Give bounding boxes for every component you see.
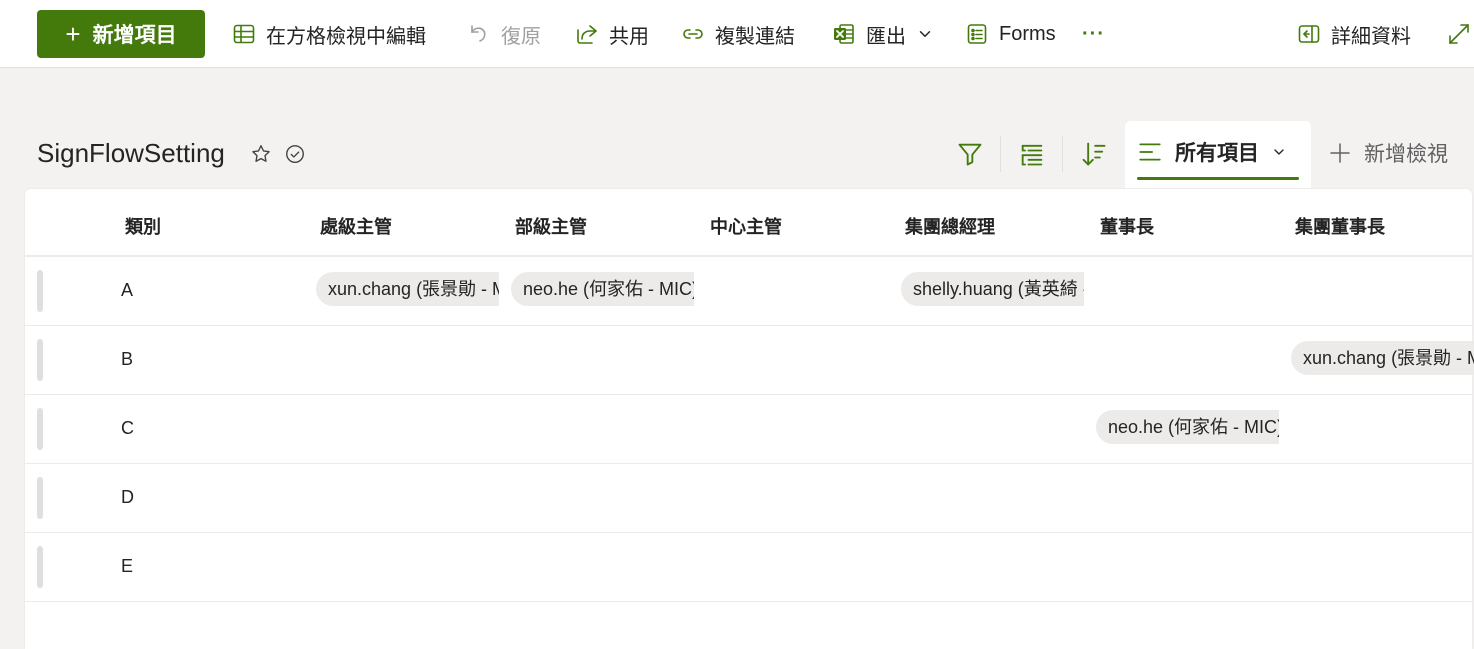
copy-link-button[interactable]: 複製連結 [681,17,795,51]
column-header-group-chairman[interactable]: 集團董事長 [1295,213,1385,239]
sort-icon[interactable] [1080,140,1108,168]
table-row[interactable]: C neo.he (何家佑 - MIC) [25,395,1472,464]
forms-icon [967,24,987,44]
new-item-button[interactable]: + 新增項目 [37,10,205,58]
category-cell: A [121,280,134,300]
chevron-down-icon [919,31,931,37]
chevron-down-icon [1274,149,1284,155]
check-circle-icon[interactable] [284,143,306,165]
column-header-row: 類別 處級主管 部級主管 中心主管 集團總經理 董事長 集團董事長 [25,189,1472,257]
details-label: 詳細資料 [1331,25,1411,48]
table-row[interactable]: E [25,533,1472,602]
row-select-handle[interactable] [37,339,43,381]
excel-icon [834,24,854,44]
more-icon: ··· [1082,22,1105,45]
more-button[interactable]: ··· [1082,17,1105,51]
plus-icon: + [65,19,81,49]
view-name: 所有項目 [1175,142,1259,165]
grid-icon [233,24,255,44]
divider [1000,136,1001,172]
details-button[interactable]: 詳細資料 [1297,17,1411,51]
undo-icon [471,25,486,42]
expand-icon [1449,24,1469,44]
star-icon[interactable] [250,143,272,165]
person-pill[interactable]: shelly.huang (黃英綺 - MIC) [901,272,1084,306]
undo-label: 復原 [501,25,541,48]
row-select-handle[interactable] [37,477,43,519]
person-pill[interactable]: neo.he (何家佑 - MIC) [1096,410,1279,444]
share-button[interactable]: 共用 [575,17,649,51]
forms-button[interactable]: Forms [965,17,1056,51]
add-view-label: 新增檢視 [1364,143,1448,166]
add-view-button[interactable]: 新增檢視 [1328,138,1448,168]
command-bar: + 新增項目 在方格檢視中編輯 復原 共用 複製連結 匯出 Forms ··· … [0,0,1474,68]
forms-label: Forms [999,22,1056,45]
active-tab-indicator [1137,177,1299,180]
divider [1062,136,1063,172]
column-header-center-head[interactable]: 中心主管 [710,213,782,239]
category-cell: B [121,349,134,369]
category-cell: C [121,418,134,438]
export-button[interactable]: 匯出 [832,17,934,51]
new-item-label: 新增項目 [92,24,177,47]
person-pill[interactable]: xun.chang (張景勛 - MIC) [316,272,499,306]
list-title: SignFlowSetting [37,138,225,168]
column-header-chairman[interactable]: 董事長 [1100,213,1154,239]
column-header-division-head[interactable]: 處級主管 [320,213,392,239]
group-icon[interactable] [1018,140,1046,168]
table-row[interactable]: B xun.chang (張景勛 - MIC) [25,326,1474,395]
person-pill[interactable]: neo.he (何家佑 - MIC) [511,272,694,306]
title-actions [250,143,306,165]
export-label: 匯出 [866,25,906,48]
grid-edit-label: 在方格檢視中編輯 [266,25,426,48]
row-select-handle[interactable] [37,270,43,312]
column-header-category[interactable]: 類別 [125,213,161,239]
expand-button[interactable] [1447,17,1471,51]
category-cell: E [121,556,134,576]
table-row[interactable]: A xun.chang (張景勛 - MIC) neo.he (何家佑 - MI… [25,257,1472,326]
grid-edit-button[interactable]: 在方格檢視中編輯 [232,17,426,51]
undo-button[interactable]: 復原 [467,17,541,51]
share-icon [577,25,597,44]
table-row[interactable]: D [25,464,1472,533]
plus-icon [1330,143,1350,163]
category-cell: D [121,487,134,507]
column-header-department-head[interactable]: 部級主管 [515,213,587,239]
list-view: 類別 處級主管 部級主管 中心主管 集團總經理 董事長 集團董事長 A xun.… [25,189,1474,649]
row-select-handle[interactable] [37,546,43,588]
link-icon [683,29,703,39]
details-pane-icon [1298,25,1320,43]
share-label: 共用 [609,25,649,48]
copy-link-label: 複製連結 [715,25,795,48]
filter-icon[interactable] [956,140,984,168]
person-pill[interactable]: xun.chang (張景勛 - MIC) [1291,341,1474,375]
view-tab-all-items[interactable]: 所有項目 [1125,121,1311,188]
view-list-icon [1139,143,1161,161]
row-select-handle[interactable] [37,408,43,450]
column-header-group-gm[interactable]: 集團總經理 [905,213,995,239]
